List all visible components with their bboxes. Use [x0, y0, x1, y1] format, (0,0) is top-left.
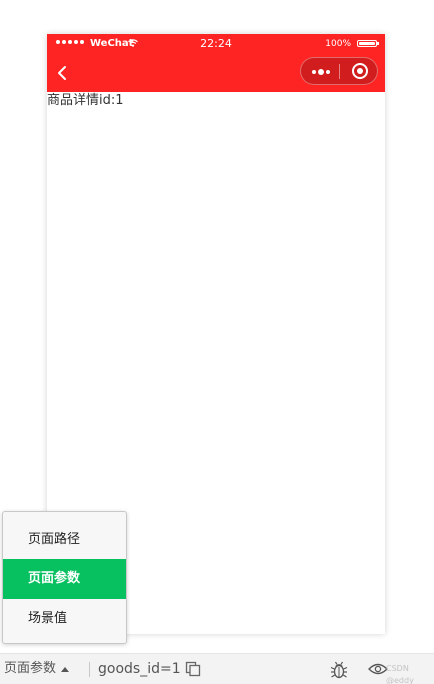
- menu-capsule: [300, 57, 378, 85]
- query-value: goods_id=1: [98, 661, 181, 677]
- param-type-label: 页面参数: [4, 661, 57, 676]
- status-bar: WeChat 22:24 100%: [47, 34, 385, 54]
- debug-button[interactable]: [329, 660, 349, 680]
- goods-detail-text: 商品详情id:1: [47, 93, 124, 108]
- copy-icon: [185, 661, 201, 677]
- eye-icon: [368, 663, 388, 675]
- param-type-select[interactable]: 页面参数: [4, 654, 70, 684]
- more-button[interactable]: [301, 58, 339, 84]
- chevron-left-icon: [58, 66, 66, 80]
- param-popup-menu: 页面路径 页面参数 场景值: [2, 511, 127, 644]
- bug-icon: [330, 661, 348, 679]
- close-button[interactable]: [340, 58, 378, 84]
- battery-percent: 100%: [325, 39, 351, 49]
- bottom-toolbar: 页面参数 goods_id=1 CSDN @eddy: [0, 653, 434, 684]
- close-circle-icon: [352, 63, 368, 79]
- back-button[interactable]: [51, 58, 81, 88]
- devtools-simulator: WeChat 22:24 100% 商品详情id:1 页面路径 页面参数 场景值…: [0, 0, 434, 684]
- watermark-text: CSDN @eddy: [386, 664, 414, 684]
- copy-button[interactable]: [185, 661, 201, 677]
- battery-icon: [357, 40, 379, 47]
- toolbar-divider: [89, 662, 90, 677]
- menu-item-scene-value[interactable]: 场景值: [3, 599, 126, 639]
- menu-item-page-path[interactable]: 页面路径: [3, 520, 126, 560]
- menu-item-page-params[interactable]: 页面参数: [3, 559, 126, 599]
- preview-button[interactable]: [368, 662, 388, 676]
- navigation-bar: [47, 54, 385, 92]
- more-dots-icon: [312, 69, 330, 75]
- caret-up-icon: [61, 667, 70, 672]
